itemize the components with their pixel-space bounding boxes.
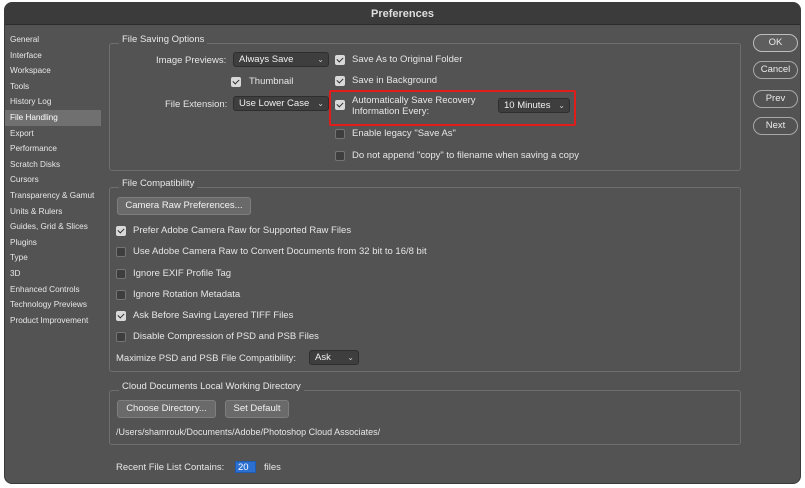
next-button[interactable]: Next [753, 117, 798, 135]
sidebar-item-plugins[interactable]: Plugins [5, 235, 101, 251]
ignore-exif-checkbox[interactable] [116, 269, 126, 279]
cloud-directory-path: /Users/shamrouk/Documents/Adobe/Photosho… [116, 427, 381, 437]
recent-files-label: Recent File List Contains: [116, 462, 225, 473]
legacy-save-as-label: Enable legacy "Save As" [352, 128, 456, 139]
window-title: Preferences [5, 3, 800, 25]
annotation-highlight-box [329, 90, 576, 126]
sidebar-item-type[interactable]: Type [5, 250, 101, 266]
sidebar-item-workspace[interactable]: Workspace [5, 63, 101, 79]
file-extension-label: File Extension: [165, 99, 228, 110]
sidebar-item-history-log[interactable]: History Log [5, 94, 101, 110]
cancel-button[interactable]: Cancel [753, 61, 798, 79]
file-extension-value: Use Lower Case [239, 98, 310, 109]
disable-compression-checkbox[interactable] [116, 332, 126, 342]
sidebar-item-cursors[interactable]: Cursors [5, 172, 101, 188]
use-acr-convert-checkbox[interactable] [116, 247, 126, 257]
chevron-down-icon: ⌄ [317, 55, 324, 64]
sidebar-item-guides-grid-slices[interactable]: Guides, Grid & Slices [5, 219, 101, 235]
chevron-down-icon: ⌄ [317, 99, 324, 108]
legacy-save-as-checkbox[interactable] [335, 129, 345, 139]
sidebar-item-product-improvement[interactable]: Product Improvement [5, 313, 101, 329]
preferences-window: Preferences General Interface Workspace … [4, 2, 801, 484]
ignore-rotation-checkbox[interactable] [116, 290, 126, 300]
image-previews-select[interactable]: Always Save ⌄ [233, 52, 329, 67]
maximize-compat-value: Ask [315, 352, 331, 363]
ok-button[interactable]: OK [753, 34, 798, 52]
camera-raw-preferences-button[interactable]: Camera Raw Preferences... [117, 197, 251, 215]
maximize-compat-label: Maximize PSD and PSB File Compatibility: [116, 353, 297, 364]
file-saving-title: File Saving Options [119, 34, 208, 45]
sidebar-item-transparency-gamut[interactable]: Transparency & Gamut [5, 188, 101, 204]
sidebar-item-tools[interactable]: Tools [5, 79, 101, 95]
cloud-docs-title: Cloud Documents Local Working Directory [119, 381, 304, 392]
prev-button[interactable]: Prev [753, 90, 798, 108]
no-copy-checkbox[interactable] [335, 151, 345, 161]
thumbnail-label: Thumbnail [249, 76, 294, 87]
recent-files-suffix: files [264, 462, 281, 473]
ignore-exif-label: Ignore EXIF Profile Tag [133, 268, 232, 279]
disable-compression-label: Disable Compression of PSD and PSB Files [133, 331, 319, 342]
use-acr-convert-label: Use Adobe Camera Raw to Convert Document… [133, 246, 427, 257]
file-extension-select[interactable]: Use Lower Case ⌄ [233, 96, 329, 111]
ask-tiff-label: Ask Before Saving Layered TIFF Files [133, 310, 294, 321]
thumbnail-checkbox[interactable] [231, 77, 241, 87]
chevron-down-icon: ⌄ [347, 353, 354, 362]
sidebar-item-interface[interactable]: Interface [5, 48, 101, 64]
sidebar-item-file-handling[interactable]: File Handling [5, 109, 101, 126]
sidebar-item-export[interactable]: Export [5, 126, 101, 142]
file-compat-title: File Compatibility [119, 178, 198, 189]
image-previews-value: Always Save [239, 54, 294, 65]
sidebar-item-technology-previews[interactable]: Technology Previews [5, 297, 101, 313]
save-as-original-label: Save As to Original Folder [352, 54, 463, 65]
sidebar-item-scratch-disks[interactable]: Scratch Disks [5, 157, 101, 173]
set-default-button[interactable]: Set Default [225, 400, 289, 418]
maximize-compat-select[interactable]: Ask ⌄ [309, 350, 359, 365]
save-as-original-checkbox[interactable] [335, 55, 345, 65]
recent-files-input[interactable]: 20 [235, 461, 256, 473]
prefer-acr-checkbox[interactable] [116, 226, 126, 236]
sidebar-item-general[interactable]: General [5, 32, 101, 48]
sidebar-item-3d[interactable]: 3D [5, 266, 101, 282]
sidebar: General Interface Workspace Tools Histor… [5, 32, 101, 328]
sidebar-item-performance[interactable]: Performance [5, 141, 101, 157]
image-previews-label: Image Previews: [156, 55, 227, 66]
ignore-rotation-label: Ignore Rotation Metadata [133, 289, 241, 300]
save-in-background-checkbox[interactable] [335, 76, 345, 86]
prefer-acr-label: Prefer Adobe Camera Raw for Supported Ra… [133, 225, 352, 236]
choose-directory-button[interactable]: Choose Directory... [117, 400, 216, 418]
ask-tiff-checkbox[interactable] [116, 311, 126, 321]
no-copy-label: Do not append "copy" to filename when sa… [352, 150, 579, 161]
save-in-background-label: Save in Background [352, 75, 438, 86]
sidebar-item-units-rulers[interactable]: Units & Rulers [5, 204, 101, 220]
sidebar-item-enhanced-controls[interactable]: Enhanced Controls [5, 282, 101, 298]
